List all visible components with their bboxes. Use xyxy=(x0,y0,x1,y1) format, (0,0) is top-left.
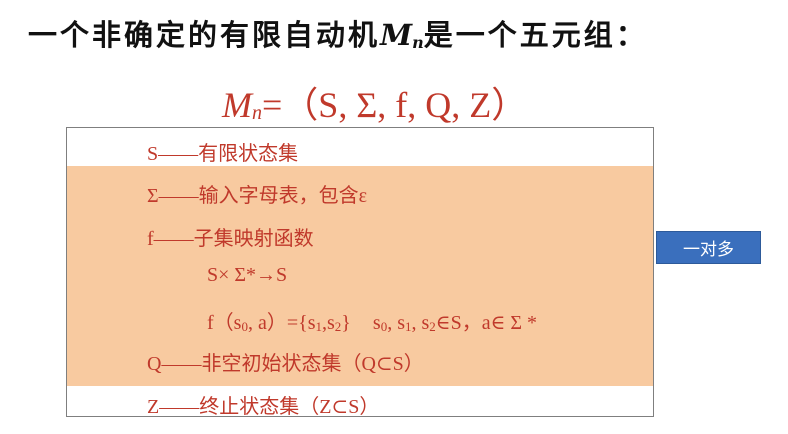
row-function: f——子集映射函数 xyxy=(147,228,314,250)
row-mapping: S× Σ*→S xyxy=(207,264,288,286)
title-m: M xyxy=(380,18,413,52)
page-title: 一个非确定的有限自动机Mn是一个五元组： xyxy=(28,12,648,54)
definition-box: S——有限状态集 Σ——输入字母表，包含ε f——子集映射函数 S× Σ*→S … xyxy=(66,127,654,418)
row-final-states: Z——终止状态集（Z⊂S） xyxy=(147,396,380,418)
title-suffix: 是一个五元组： xyxy=(423,18,648,52)
formula-tuple: =（S, Σ, f, Q, Z） xyxy=(262,85,528,125)
row-alphabet: Σ——输入字母表，包含ε xyxy=(147,185,368,207)
title-prefix: 一个非确定的有限自动机 xyxy=(28,18,381,52)
row-initial-states: Q——非空初始状态集（Q⊂S） xyxy=(147,353,424,375)
tuple-formula: Mn=（S, Σ, f, Q, Z） xyxy=(222,76,527,128)
formula-subscript: n xyxy=(252,102,262,124)
row-example: f（s0, a）={s1,s2} s0, s1, s2∈S，a∈ Σ * xyxy=(207,312,538,334)
formula-m: M xyxy=(222,85,252,125)
row-states: S——有限状态集 xyxy=(147,143,299,165)
one-to-many-badge: 一对多 xyxy=(656,231,761,264)
title-subscript: n xyxy=(412,33,424,52)
